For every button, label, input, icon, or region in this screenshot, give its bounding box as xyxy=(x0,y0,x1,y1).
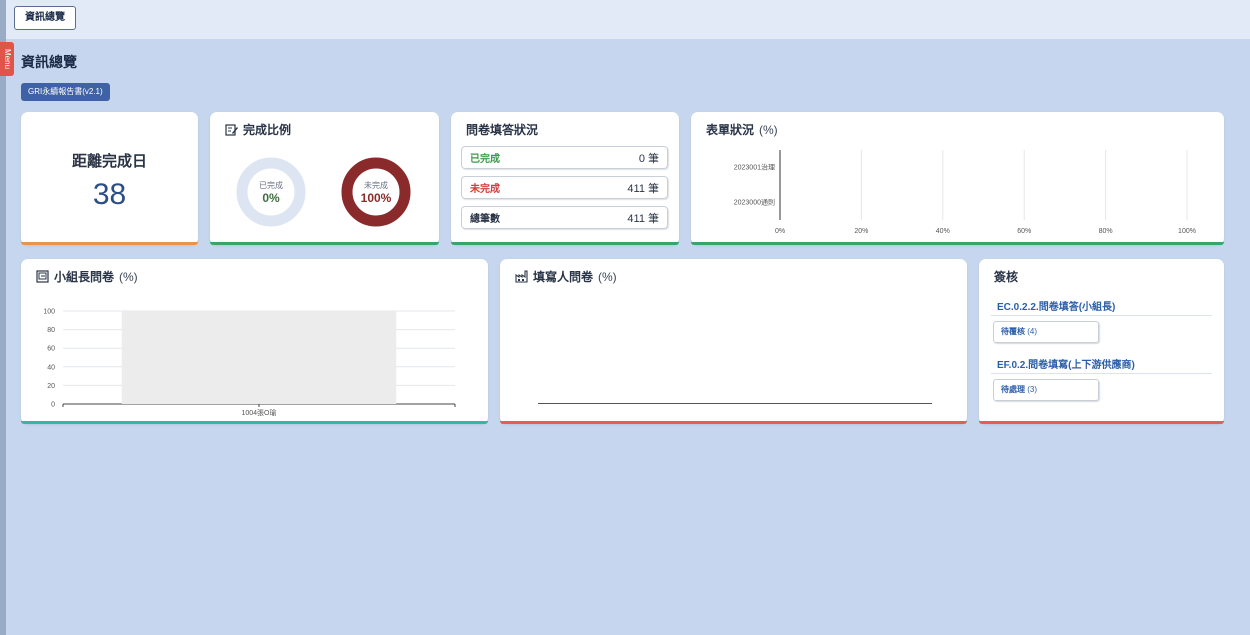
y-category-label: 2023000通則 xyxy=(734,198,775,207)
category-band xyxy=(121,311,397,404)
x-tick-label: 100% xyxy=(1178,228,1196,235)
edit-note-icon xyxy=(225,124,238,136)
page-title: 資訊總覽 xyxy=(21,54,77,70)
leader-questionnaire-chart: 0 20 40 60 80 100 1004張O瑜 xyxy=(43,309,456,417)
countdown-label: 距離完成日 xyxy=(71,153,147,170)
countdown-card: 距離完成日 38 xyxy=(21,112,198,245)
qstatus-label: 未完成 xyxy=(470,184,500,195)
x-tick-label: 0% xyxy=(775,228,785,235)
filler-questionnaire-title: 填寫人問卷 (%) xyxy=(515,268,617,285)
signoff-link-supplier[interactable]: EF.0.2.問卷填寫(上下游供應商) xyxy=(997,356,1135,371)
qstatus-label: 總筆數 xyxy=(470,214,500,225)
questionnaire-status-card: 問卷填答狀況 已完成 0 筆未完成 411 筆總筆數 411 筆 xyxy=(451,112,679,245)
y-tick-label: 0 xyxy=(51,402,55,409)
report-badge[interactable]: GRI永續報告書(v2.1) xyxy=(21,83,110,101)
y-tick-label: 20 xyxy=(47,383,55,390)
x-tick-label: 80% xyxy=(1099,228,1113,235)
signoff-divider xyxy=(991,373,1212,374)
completion-title: 完成比例 xyxy=(225,121,291,138)
undone-donut: 未完成 100% xyxy=(340,156,412,228)
done-label: 已完成 xyxy=(259,180,283,190)
y-tick-label: 40 xyxy=(47,364,55,371)
pending-review-button[interactable]: 待覆核 (4) xyxy=(993,321,1099,343)
done-value: 0% xyxy=(262,190,280,205)
completion-card: 完成比例 已完成 0% 未完成 100% xyxy=(210,112,439,245)
form-status-card: 表單狀況 (%) 0% 20% 40% 60% 80% 100% 2023001治理 2023… xyxy=(691,112,1224,245)
signoff-card: 簽核 EC.0.2.2.問卷填答(小組長) 待覆核 (4) EF.0.2.問卷填… xyxy=(979,259,1224,424)
qstatus-row: 已完成 0 筆 xyxy=(461,146,668,169)
x-tick-label: 20% xyxy=(854,228,868,235)
qstatus-row: 總筆數 411 筆 xyxy=(461,206,668,229)
y-tick-label: 100 xyxy=(43,309,55,316)
qstatus-value: 411 筆 xyxy=(627,182,659,195)
filler-chart-baseline xyxy=(538,403,932,404)
x-tick-label: 60% xyxy=(1017,228,1031,235)
factory-icon xyxy=(515,270,528,283)
signoff-divider xyxy=(991,315,1212,316)
undone-value: 100% xyxy=(360,190,392,205)
qstatus-value: 411 筆 xyxy=(627,212,659,225)
x-tick-label: 40% xyxy=(936,228,950,235)
countdown-value: 38 xyxy=(92,178,127,211)
qstatus-label: 已完成 xyxy=(470,154,500,165)
undone-label: 未完成 xyxy=(364,180,388,190)
menu-toggle-tab[interactable]: Menu xyxy=(0,42,14,76)
tab-info-overview[interactable]: 資訊總覽 xyxy=(14,6,76,30)
pending-process-button[interactable]: 待處理 (3) xyxy=(993,379,1099,401)
done-donut: 已完成 0% xyxy=(235,156,307,228)
form-status-chart: 0% 20% 40% 60% 80% 100% 2023001治理 2023000通則 xyxy=(734,150,1196,235)
signoff-link-leader[interactable]: EC.0.2.2.問卷填答(小組長) xyxy=(997,298,1115,313)
y-tick-label: 60 xyxy=(47,346,55,353)
y-tick-label: 80 xyxy=(47,327,55,334)
qstatus-value: 0 筆 xyxy=(638,152,659,165)
filler-questionnaire-card: 填寫人問卷 (%) xyxy=(500,259,967,424)
top-tab-bar: 資訊總覽 xyxy=(6,0,1250,39)
questionnaire-status-title: 問卷填答狀況 xyxy=(466,123,539,137)
x-category-label: 1004張O瑜 xyxy=(241,408,276,417)
leader-questionnaire-card: 小組長問卷 (%) 0 20 40 60 80 100 1004張O瑜 xyxy=(21,259,488,424)
qstatus-row: 未完成 411 筆 xyxy=(461,176,668,199)
y-category-label: 2023001治理 xyxy=(734,163,775,172)
completion-title-text: 完成比例 xyxy=(243,123,292,137)
signoff-title: 簽核 xyxy=(994,270,1019,284)
left-edge-strip xyxy=(0,0,6,635)
